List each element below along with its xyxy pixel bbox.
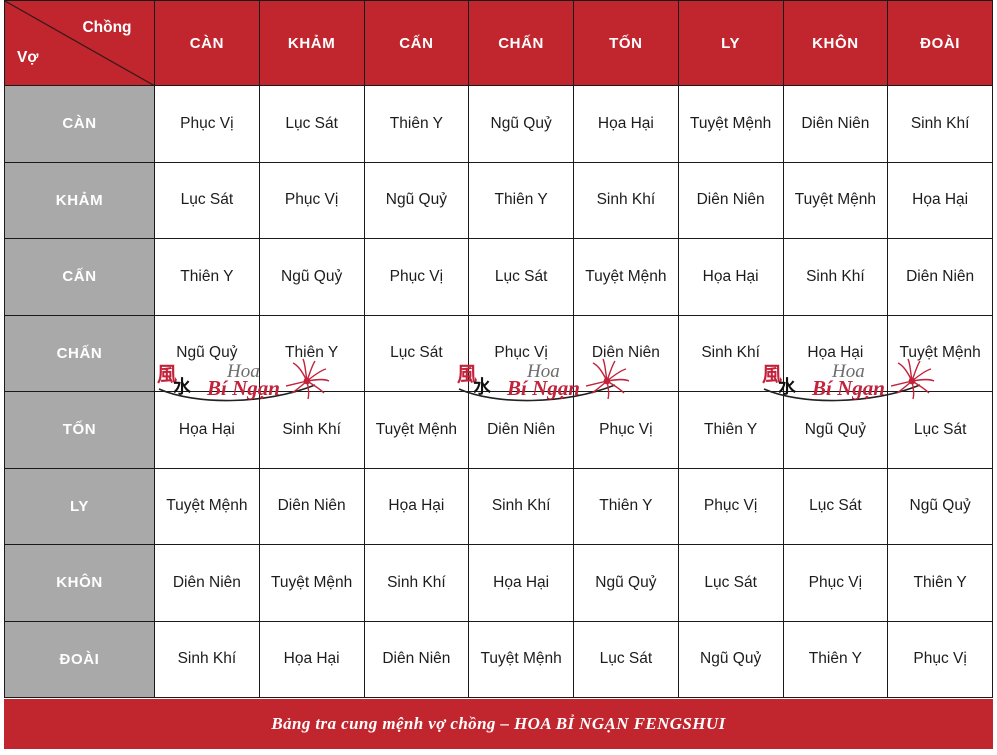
- cell: Ngũ Quỷ: [154, 314, 260, 392]
- cell: Họa Hại: [782, 314, 889, 392]
- cell: Ngũ Quỷ: [468, 85, 574, 163]
- cell: Họa Hại: [887, 161, 993, 239]
- cell: Thiên Y: [154, 238, 260, 316]
- corner-axis-cell: Chồng Vợ: [4, 0, 155, 86]
- cell: Ngũ Quỷ: [573, 544, 679, 622]
- cell: Phục Vị: [258, 161, 365, 239]
- row-header-can2: CẤN: [4, 238, 155, 316]
- cell: Thiên Y: [573, 467, 679, 545]
- cell: Lục Sát: [258, 85, 365, 163]
- cell: Thiên Y: [363, 85, 470, 163]
- table-row: ĐOÀI Sinh Khí Họa Hại Diên Niên Tuyệt Mệ…: [4, 620, 993, 698]
- table-row: KHÔN Diên Niên Tuyệt Mệnh Sinh Khí Họa H…: [4, 544, 993, 622]
- cell: Phục Vị: [573, 391, 679, 469]
- table-row: CẤN Thiên Y Ngũ Quỷ Phục Vị Lục Sát Tuyệ…: [4, 238, 993, 316]
- cell: Tuyệt Mệnh: [468, 620, 574, 698]
- column-header-kham: KHẢM: [258, 0, 365, 86]
- cell: Lục Sát: [154, 161, 260, 239]
- table-row: LY Tuyệt Mệnh Diên Niên Họa Hại Sinh Khí…: [4, 467, 993, 545]
- row-header-doai: ĐOÀI: [4, 620, 155, 698]
- cell: Lục Sát: [677, 544, 784, 622]
- row-header-can: CÀN: [4, 85, 155, 163]
- cell: Phục Vị: [887, 620, 993, 698]
- column-header-ly: LY: [677, 0, 784, 86]
- column-header-ton: TỐN: [573, 0, 679, 86]
- cell: Sinh Khí: [677, 314, 784, 392]
- cell: Diên Niên: [468, 391, 574, 469]
- cell: Lục Sát: [363, 314, 470, 392]
- table-row: TỐN Họa Hại Sinh Khí Tuyệt Mệnh Diên Niê…: [4, 391, 993, 469]
- corner-husband-label: Chồng: [82, 19, 132, 36]
- table-header: Chồng Vợ CÀN KHẢM CẤN CHẤN TỐN LY KHÔN Đ…: [4, 0, 993, 86]
- cell: Họa Hại: [468, 544, 574, 622]
- cell: Lục Sát: [782, 467, 889, 545]
- footer-caption: Bảng tra cung mệnh vợ chồng – HOA BỈ NGẠ…: [271, 714, 726, 733]
- cell: Tuyệt Mệnh: [782, 161, 889, 239]
- cell: Sinh Khí: [887, 85, 993, 163]
- cell: Diên Niên: [573, 314, 679, 392]
- corner-wife-label: Vợ: [17, 49, 39, 66]
- row-header-chan: CHẤN: [4, 314, 155, 392]
- row-header-khon: KHÔN: [4, 544, 155, 622]
- cell: Thiên Y: [677, 391, 784, 469]
- row-header-kham: KHẢM: [4, 161, 155, 239]
- table-row: KHẢM Lục Sát Phục Vị Ngũ Quỷ Thiên Y Sin…: [4, 161, 993, 239]
- cell: Thiên Y: [258, 314, 365, 392]
- cell: Lục Sát: [573, 620, 679, 698]
- cell: Thiên Y: [887, 544, 993, 622]
- cell: Họa Hại: [154, 391, 260, 469]
- cell: Tuyệt Mệnh: [887, 314, 993, 392]
- column-header-can2: CẤN: [363, 0, 470, 86]
- cell: Sinh Khí: [363, 544, 470, 622]
- cell: Ngũ Quỷ: [782, 391, 889, 469]
- column-header-doai: ĐOÀI: [887, 0, 993, 86]
- cell: Ngũ Quỷ: [363, 161, 470, 239]
- column-header-chan: CHẤN: [468, 0, 574, 86]
- cell: Diên Niên: [258, 467, 365, 545]
- cell: Tuyệt Mệnh: [363, 391, 470, 469]
- row-header-ly: LY: [4, 467, 155, 545]
- cell: Phục Vị: [154, 85, 260, 163]
- cell: Phục Vị: [363, 238, 470, 316]
- cell: Họa Hại: [573, 85, 679, 163]
- cell: Tuyệt Mệnh: [154, 467, 260, 545]
- cell: Họa Hại: [258, 620, 365, 698]
- cell: Ngũ Quỷ: [258, 238, 365, 316]
- table-body: CÀN Phục Vị Lục Sát Thiên Y Ngũ Quỷ Họa …: [4, 85, 993, 698]
- diagonal-divider-icon: [5, 1, 154, 85]
- cell: Phục Vị: [677, 467, 784, 545]
- cell: Sinh Khí: [468, 467, 574, 545]
- cell: Diên Niên: [782, 85, 889, 163]
- cell: Sinh Khí: [573, 161, 679, 239]
- cell: Họa Hại: [363, 467, 470, 545]
- cell: Diên Niên: [154, 544, 260, 622]
- cell: Thiên Y: [782, 620, 889, 698]
- cell: Diên Niên: [887, 238, 993, 316]
- fengshui-compatibility-sheet: Chồng Vợ CÀN KHẢM CẤN CHẤN TỐN LY KHÔN Đ…: [0, 0, 997, 755]
- compatibility-table: Chồng Vợ CÀN KHẢM CẤN CHẤN TỐN LY KHÔN Đ…: [4, 0, 993, 698]
- table-row: CHẤN Ngũ Quỷ Thiên Y Lục Sát Phục Vị Diê…: [4, 314, 993, 392]
- cell: Sinh Khí: [258, 391, 365, 469]
- header-row: Chồng Vợ CÀN KHẢM CẤN CHẤN TỐN LY KHÔN Đ…: [4, 0, 993, 86]
- cell: Diên Niên: [677, 161, 784, 239]
- cell: Phục Vị: [468, 314, 574, 392]
- cell: Lục Sát: [887, 391, 993, 469]
- cell: Phục Vị: [782, 544, 889, 622]
- cell: Tuyệt Mệnh: [573, 238, 679, 316]
- column-header-khon: KHÔN: [782, 0, 889, 86]
- table-row: CÀN Phục Vị Lục Sát Thiên Y Ngũ Quỷ Họa …: [4, 85, 993, 163]
- cell: Tuyệt Mệnh: [677, 85, 784, 163]
- cell: Họa Hại: [677, 238, 784, 316]
- cell: Lục Sát: [468, 238, 574, 316]
- column-header-can: CÀN: [154, 0, 260, 86]
- row-header-ton: TỐN: [4, 391, 155, 469]
- footer-banner: Bảng tra cung mệnh vợ chồng – HOA BỈ NGẠ…: [4, 699, 993, 749]
- cell: Thiên Y: [468, 161, 574, 239]
- cell: Diên Niên: [363, 620, 470, 698]
- cell: Ngũ Quỷ: [887, 467, 993, 545]
- cell: Sinh Khí: [154, 620, 260, 698]
- cell: Tuyệt Mệnh: [258, 544, 365, 622]
- cell: Sinh Khí: [782, 238, 889, 316]
- cell: Ngũ Quỷ: [677, 620, 784, 698]
